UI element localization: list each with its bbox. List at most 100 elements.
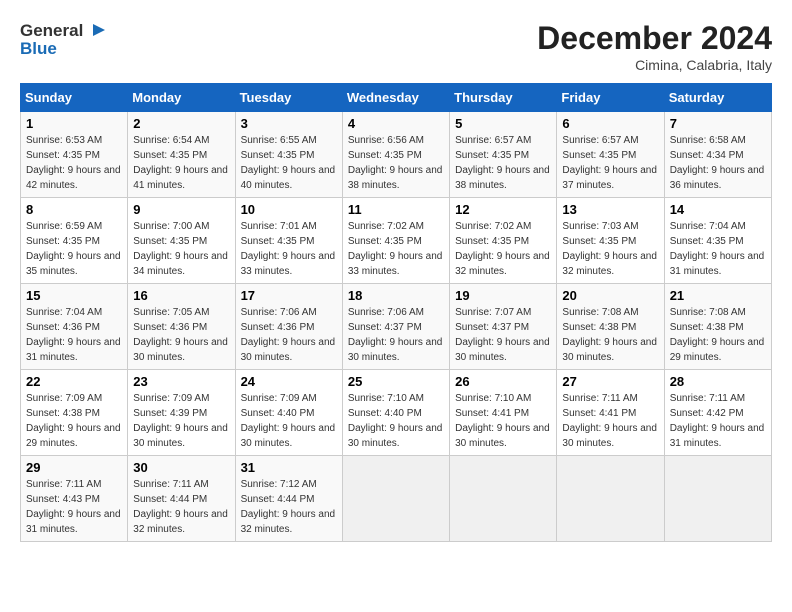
day-number: 4 xyxy=(348,116,444,131)
calendar-day-29: 29 Sunrise: 7:11 AMSunset: 4:43 PMDaylig… xyxy=(21,456,128,542)
calendar-week-1: 1 Sunrise: 6:53 AMSunset: 4:35 PMDayligh… xyxy=(21,112,772,198)
day-number: 27 xyxy=(562,374,658,389)
calendar-day-23: 23 Sunrise: 7:09 AMSunset: 4:39 PMDaylig… xyxy=(128,370,235,456)
header-day-friday: Friday xyxy=(557,84,664,112)
day-number: 21 xyxy=(670,288,766,303)
day-info: Sunrise: 7:10 AMSunset: 4:40 PMDaylight:… xyxy=(348,393,443,449)
calendar-day-25: 25 Sunrise: 7:10 AMSunset: 4:40 PMDaylig… xyxy=(342,370,449,456)
day-number: 26 xyxy=(455,374,551,389)
day-number: 24 xyxy=(241,374,337,389)
day-number: 1 xyxy=(26,116,122,131)
calendar-day-20: 20 Sunrise: 7:08 AMSunset: 4:38 PMDaylig… xyxy=(557,284,664,370)
calendar-week-5: 29 Sunrise: 7:11 AMSunset: 4:43 PMDaylig… xyxy=(21,456,772,542)
day-info: Sunrise: 7:09 AMSunset: 4:39 PMDaylight:… xyxy=(133,393,228,449)
calendar-day-10: 10 Sunrise: 7:01 AMSunset: 4:35 PMDaylig… xyxy=(235,198,342,284)
day-info: Sunrise: 6:53 AMSunset: 4:35 PMDaylight:… xyxy=(26,135,121,191)
day-info: Sunrise: 6:58 AMSunset: 4:34 PMDaylight:… xyxy=(670,135,765,191)
day-info: Sunrise: 7:00 AMSunset: 4:35 PMDaylight:… xyxy=(133,221,228,277)
calendar-header-row: SundayMondayTuesdayWednesdayThursdayFrid… xyxy=(21,84,772,112)
day-info: Sunrise: 6:54 AMSunset: 4:35 PMDaylight:… xyxy=(133,135,228,191)
day-info: Sunrise: 6:59 AMSunset: 4:35 PMDaylight:… xyxy=(26,221,121,277)
day-info: Sunrise: 6:55 AMSunset: 4:35 PMDaylight:… xyxy=(241,135,336,191)
day-info: Sunrise: 7:11 AMSunset: 4:41 PMDaylight:… xyxy=(562,393,657,449)
day-number: 18 xyxy=(348,288,444,303)
calendar-day-17: 17 Sunrise: 7:06 AMSunset: 4:36 PMDaylig… xyxy=(235,284,342,370)
day-number: 22 xyxy=(26,374,122,389)
header: General Blue December 2024 Cimina, Calab… xyxy=(20,20,772,73)
header-day-saturday: Saturday xyxy=(664,84,771,112)
empty-cell xyxy=(557,456,664,542)
day-number: 11 xyxy=(348,202,444,217)
calendar-day-27: 27 Sunrise: 7:11 AMSunset: 4:41 PMDaylig… xyxy=(557,370,664,456)
day-number: 10 xyxy=(241,202,337,217)
day-info: Sunrise: 7:04 AMSunset: 4:35 PMDaylight:… xyxy=(670,221,765,277)
header-day-tuesday: Tuesday xyxy=(235,84,342,112)
day-number: 29 xyxy=(26,460,122,475)
calendar-day-31: 31 Sunrise: 7:12 AMSunset: 4:44 PMDaylig… xyxy=(235,456,342,542)
day-info: Sunrise: 6:56 AMSunset: 4:35 PMDaylight:… xyxy=(348,135,443,191)
day-number: 8 xyxy=(26,202,122,217)
day-info: Sunrise: 7:07 AMSunset: 4:37 PMDaylight:… xyxy=(455,307,550,363)
calendar-day-15: 15 Sunrise: 7:04 AMSunset: 4:36 PMDaylig… xyxy=(21,284,128,370)
calendar-day-9: 9 Sunrise: 7:00 AMSunset: 4:35 PMDayligh… xyxy=(128,198,235,284)
day-info: Sunrise: 7:11 AMSunset: 4:42 PMDaylight:… xyxy=(670,393,765,449)
calendar-day-11: 11 Sunrise: 7:02 AMSunset: 4:35 PMDaylig… xyxy=(342,198,449,284)
logo-container: General Blue xyxy=(20,20,105,59)
day-number: 6 xyxy=(562,116,658,131)
day-info: Sunrise: 7:06 AMSunset: 4:37 PMDaylight:… xyxy=(348,307,443,363)
day-info: Sunrise: 7:11 AMSunset: 4:44 PMDaylight:… xyxy=(133,479,228,535)
day-number: 15 xyxy=(26,288,122,303)
day-number: 9 xyxy=(133,202,229,217)
location-subtitle: Cimina, Calabria, Italy xyxy=(537,57,772,73)
logo-bird-icon xyxy=(83,20,105,42)
header-day-thursday: Thursday xyxy=(450,84,557,112)
day-number: 12 xyxy=(455,202,551,217)
day-number: 7 xyxy=(670,116,766,131)
empty-cell xyxy=(664,456,771,542)
calendar-day-24: 24 Sunrise: 7:09 AMSunset: 4:40 PMDaylig… xyxy=(235,370,342,456)
calendar-day-1: 1 Sunrise: 6:53 AMSunset: 4:35 PMDayligh… xyxy=(21,112,128,198)
day-info: Sunrise: 7:09 AMSunset: 4:38 PMDaylight:… xyxy=(26,393,121,449)
day-number: 2 xyxy=(133,116,229,131)
day-number: 19 xyxy=(455,288,551,303)
day-info: Sunrise: 7:08 AMSunset: 4:38 PMDaylight:… xyxy=(670,307,765,363)
day-info: Sunrise: 7:02 AMSunset: 4:35 PMDaylight:… xyxy=(455,221,550,277)
calendar-day-16: 16 Sunrise: 7:05 AMSunset: 4:36 PMDaylig… xyxy=(128,284,235,370)
calendar-day-7: 7 Sunrise: 6:58 AMSunset: 4:34 PMDayligh… xyxy=(664,112,771,198)
day-info: Sunrise: 7:12 AMSunset: 4:44 PMDaylight:… xyxy=(241,479,336,535)
logo-general: General xyxy=(20,22,83,41)
calendar-day-21: 21 Sunrise: 7:08 AMSunset: 4:38 PMDaylig… xyxy=(664,284,771,370)
day-number: 16 xyxy=(133,288,229,303)
logo-blue: Blue xyxy=(20,40,57,59)
calendar-day-5: 5 Sunrise: 6:57 AMSunset: 4:35 PMDayligh… xyxy=(450,112,557,198)
day-info: Sunrise: 7:04 AMSunset: 4:36 PMDaylight:… xyxy=(26,307,121,363)
month-title: December 2024 xyxy=(537,20,772,57)
day-number: 25 xyxy=(348,374,444,389)
day-number: 17 xyxy=(241,288,337,303)
day-info: Sunrise: 6:57 AMSunset: 4:35 PMDaylight:… xyxy=(455,135,550,191)
calendar-day-13: 13 Sunrise: 7:03 AMSunset: 4:35 PMDaylig… xyxy=(557,198,664,284)
calendar-day-22: 22 Sunrise: 7:09 AMSunset: 4:38 PMDaylig… xyxy=(21,370,128,456)
calendar-day-8: 8 Sunrise: 6:59 AMSunset: 4:35 PMDayligh… xyxy=(21,198,128,284)
day-number: 23 xyxy=(133,374,229,389)
day-number: 13 xyxy=(562,202,658,217)
day-info: Sunrise: 7:11 AMSunset: 4:43 PMDaylight:… xyxy=(26,479,121,535)
calendar-day-12: 12 Sunrise: 7:02 AMSunset: 4:35 PMDaylig… xyxy=(450,198,557,284)
empty-cell xyxy=(450,456,557,542)
calendar-day-28: 28 Sunrise: 7:11 AMSunset: 4:42 PMDaylig… xyxy=(664,370,771,456)
calendar-day-6: 6 Sunrise: 6:57 AMSunset: 4:35 PMDayligh… xyxy=(557,112,664,198)
day-info: Sunrise: 7:01 AMSunset: 4:35 PMDaylight:… xyxy=(241,221,336,277)
day-info: Sunrise: 7:03 AMSunset: 4:35 PMDaylight:… xyxy=(562,221,657,277)
empty-cell xyxy=(342,456,449,542)
header-day-monday: Monday xyxy=(128,84,235,112)
day-info: Sunrise: 7:02 AMSunset: 4:35 PMDaylight:… xyxy=(348,221,443,277)
calendar-day-14: 14 Sunrise: 7:04 AMSunset: 4:35 PMDaylig… xyxy=(664,198,771,284)
day-number: 28 xyxy=(670,374,766,389)
day-number: 20 xyxy=(562,288,658,303)
day-info: Sunrise: 7:09 AMSunset: 4:40 PMDaylight:… xyxy=(241,393,336,449)
day-info: Sunrise: 7:08 AMSunset: 4:38 PMDaylight:… xyxy=(562,307,657,363)
day-number: 30 xyxy=(133,460,229,475)
calendar-day-30: 30 Sunrise: 7:11 AMSunset: 4:44 PMDaylig… xyxy=(128,456,235,542)
day-info: Sunrise: 6:57 AMSunset: 4:35 PMDaylight:… xyxy=(562,135,657,191)
calendar-week-2: 8 Sunrise: 6:59 AMSunset: 4:35 PMDayligh… xyxy=(21,198,772,284)
